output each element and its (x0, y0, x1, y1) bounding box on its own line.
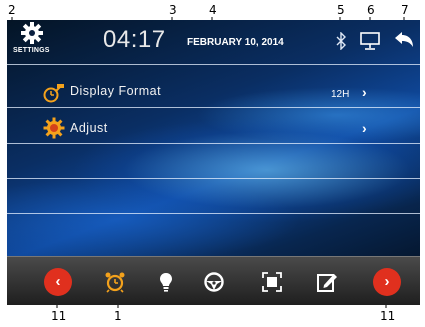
steering-wheel-icon[interactable] (203, 271, 225, 293)
gear-icon[interactable] (21, 22, 43, 44)
sun-gear-icon (43, 117, 65, 139)
callout-4: 4 (209, 3, 217, 17)
adjust-label: Adjust (70, 121, 108, 135)
clock-key-icon (43, 82, 65, 104)
callout-5: 5 (337, 3, 345, 17)
head-unit-screen: SETTINGS 04:17 FEBRUARY 10, 2014 Display… (7, 20, 420, 305)
display-format-value: 12H (331, 89, 350, 100)
callout-11-left: 11 (51, 309, 67, 323)
back-arrow-icon[interactable] (393, 30, 415, 50)
divider (7, 178, 420, 179)
chevron-right-icon: › (362, 120, 367, 136)
bluetooth-icon (335, 31, 347, 51)
prev-page-button[interactable]: ‹ (44, 268, 72, 296)
lightbulb-icon[interactable] (155, 271, 177, 293)
bottom-toolbar: ‹ › (7, 256, 420, 305)
divider (7, 143, 420, 144)
screen-frame-icon[interactable] (261, 271, 283, 293)
divider (7, 107, 420, 108)
callout-1: 1 (114, 309, 122, 323)
callout-6: 6 (367, 3, 375, 17)
callout-2: 2 (8, 3, 16, 17)
clock-time: 04:17 (103, 26, 166, 53)
display-format-label: Display Format (70, 84, 162, 98)
clock-date: FEBRUARY 10, 2014 (187, 37, 284, 48)
monitor-icon[interactable] (359, 31, 381, 51)
divider (7, 64, 420, 65)
edit-icon[interactable] (316, 271, 338, 293)
callout-7: 7 (401, 3, 409, 17)
callout-11-right: 11 (380, 309, 396, 323)
divider (7, 213, 420, 214)
next-page-button[interactable]: › (373, 268, 401, 296)
status-bar: SETTINGS 04:17 FEBRUARY 10, 2014 (7, 20, 420, 64)
settings-label: SETTINGS (13, 47, 50, 54)
alarm-clock-icon[interactable] (104, 271, 126, 293)
chevron-right-icon: › (362, 84, 367, 100)
callout-3: 3 (169, 3, 177, 17)
